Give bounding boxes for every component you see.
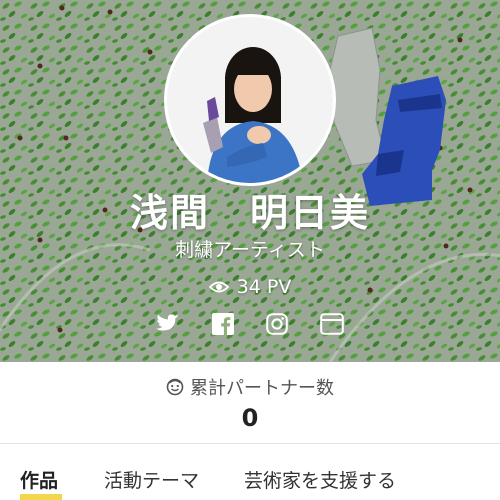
supporter-label: 累計パートナー数 [190,378,334,399]
profile-header: 浅間 明日美 刺繍アーティスト 34 PV [0,0,500,362]
page-view-label: 34 PV [236,276,292,298]
avatar [164,14,336,186]
tab-activity-theme[interactable]: 活動テーマ [104,466,199,493]
artist-name: 浅間 明日美 [129,191,370,235]
supporter-label-row: 累計パートナー数 [0,374,500,400]
artist-photo [167,17,333,183]
artist-title: 刺繍アーティスト [175,239,325,261]
active-tab-indicator [20,494,62,500]
facebook-icon[interactable] [210,311,236,337]
tab-works[interactable]: 作品 [20,466,58,493]
twitter-icon[interactable] [155,311,181,337]
website-icon[interactable] [319,311,345,337]
page-view-count: 34 PV [0,276,500,298]
supporter-count: 0 [241,404,259,432]
social-links [155,310,345,338]
instagram-icon[interactable] [264,311,290,337]
tab-support-artist[interactable]: 芸術家を支援する [244,466,396,493]
smile-icon [166,378,184,396]
profile-tabs: 作品 活動テーマ 芸術家を支援する [0,444,500,500]
eye-icon [208,281,229,293]
